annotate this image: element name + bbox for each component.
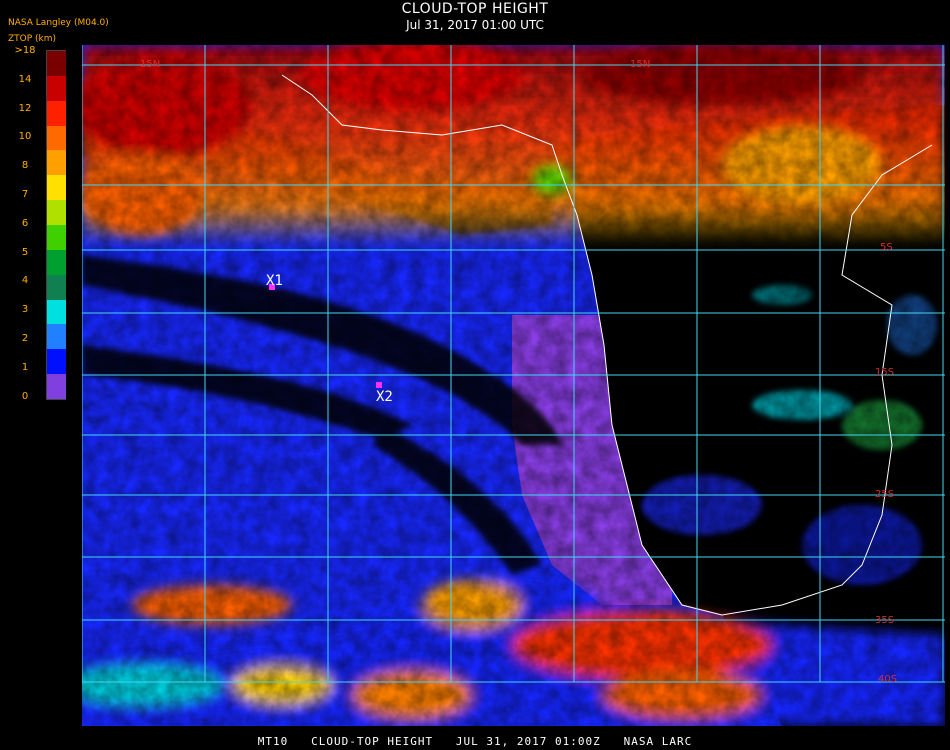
legend-tick: 2 — [21, 333, 29, 344]
legend-swatch — [47, 324, 66, 350]
footer-caption: MT10 CLOUD-TOP HEIGHT JUL 31, 2017 01:00… — [257, 735, 693, 748]
chart-title: CLOUD-TOP HEIGHT — [401, 1, 549, 17]
legend-swatch — [47, 349, 66, 375]
legend-tick: 12 — [18, 102, 32, 114]
latitude-label: 40S — [878, 674, 897, 685]
legend-swatch — [47, 225, 66, 251]
legend-swatch — [47, 200, 66, 226]
legend-swatch — [47, 100, 66, 127]
legend-swatch — [47, 374, 66, 400]
marker-label: X1 — [266, 273, 283, 289]
latitude-label: 25S — [875, 489, 894, 500]
legend-tick: >18 — [14, 45, 36, 56]
legend-swatch — [47, 125, 66, 151]
latitude-label: 35S — [875, 615, 894, 626]
latitude-label: 15N — [630, 59, 650, 70]
legend-tick: 0 — [21, 390, 29, 402]
latitude-label: 15S — [875, 367, 894, 378]
legend-tick: 10 — [18, 131, 32, 143]
legend-swatch — [47, 299, 66, 325]
legend-tick: 5 — [21, 246, 29, 258]
texture-overlay — [82, 45, 945, 726]
chart-subtitle: Jul 31, 2017 01:00 UTC — [406, 18, 544, 32]
color-legend — [46, 50, 66, 400]
latitude-label: 15N — [140, 59, 160, 70]
legend-swatch — [47, 175, 66, 201]
legend-tick: 8 — [21, 160, 29, 172]
legend-tick: 4 — [21, 275, 29, 287]
legend-tick: 1 — [21, 361, 29, 373]
legend-swatch — [47, 249, 66, 276]
satellite-map: 15N 15N 5S 15S 25S 35S 40S X1 X2 — [82, 45, 945, 726]
latitude-label: 5S — [880, 242, 893, 253]
legend-swatch — [47, 51, 66, 77]
legend-swatch — [47, 150, 66, 176]
legend-tick: 6 — [21, 217, 29, 229]
legend-tick: 7 — [21, 189, 29, 200]
marker-label: X2 — [376, 389, 393, 405]
marker-point — [376, 382, 382, 388]
legend-tick: 14 — [18, 73, 32, 85]
legend-tick: 3 — [21, 304, 29, 316]
provider-label: NASA Langley (M04.0) — [8, 18, 109, 28]
units-label: ZTOP (km) — [8, 34, 57, 44]
legend-swatch — [47, 274, 66, 301]
legend-swatch — [47, 75, 66, 102]
